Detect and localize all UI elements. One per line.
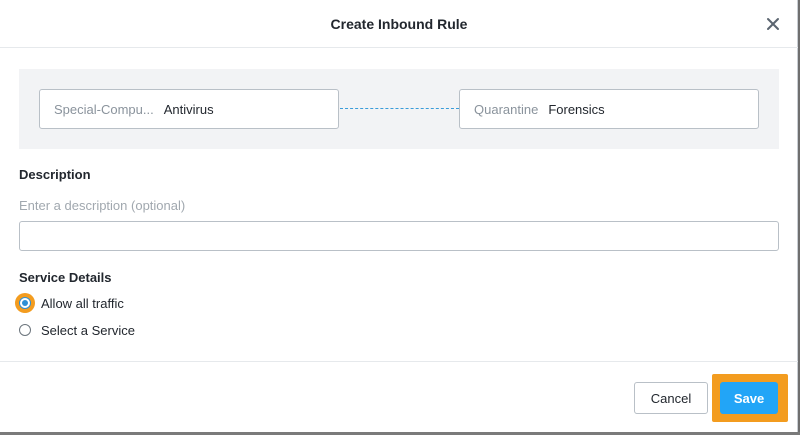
close-icon: [767, 18, 779, 30]
target-entity-field[interactable]: Quarantine Forensics: [459, 89, 759, 129]
dialog-title: Create Inbound Rule: [330, 16, 468, 32]
rule-entities-panel: Special-Compu... Antivirus Quarantine Fo…: [19, 69, 779, 149]
select-a-service-label: Select a Service: [41, 322, 135, 338]
description-input[interactable]: [19, 221, 779, 251]
allow-all-traffic-radio[interactable]: Allow all traffic: [15, 292, 124, 314]
target-category-label: Quarantine: [474, 101, 539, 117]
close-button[interactable]: [764, 15, 782, 33]
description-heading: Description: [19, 167, 91, 182]
service-details-heading: Service Details: [19, 270, 112, 285]
radio-unselected-icon: [15, 320, 35, 340]
save-button[interactable]: Save: [720, 382, 778, 414]
allow-all-traffic-label: Allow all traffic: [41, 295, 124, 311]
select-a-service-radio[interactable]: Select a Service: [15, 319, 135, 341]
source-value: Antivirus: [163, 101, 214, 117]
dialog-header: Create Inbound Rule: [0, 0, 798, 48]
dialog-footer: Cancel Save: [0, 361, 798, 432]
cancel-button[interactable]: Cancel: [634, 382, 708, 414]
source-category-label: Special-Compu...: [54, 101, 154, 117]
target-value: Forensics: [548, 101, 605, 117]
radio-selected-icon: [15, 293, 35, 313]
source-entity-field[interactable]: Special-Compu... Antivirus: [39, 89, 339, 129]
description-hint: Enter a description (optional): [19, 198, 186, 213]
rule-connector-line: [340, 108, 459, 109]
create-inbound-rule-dialog: Create Inbound Rule Special-Compu... Ant…: [0, 0, 798, 432]
